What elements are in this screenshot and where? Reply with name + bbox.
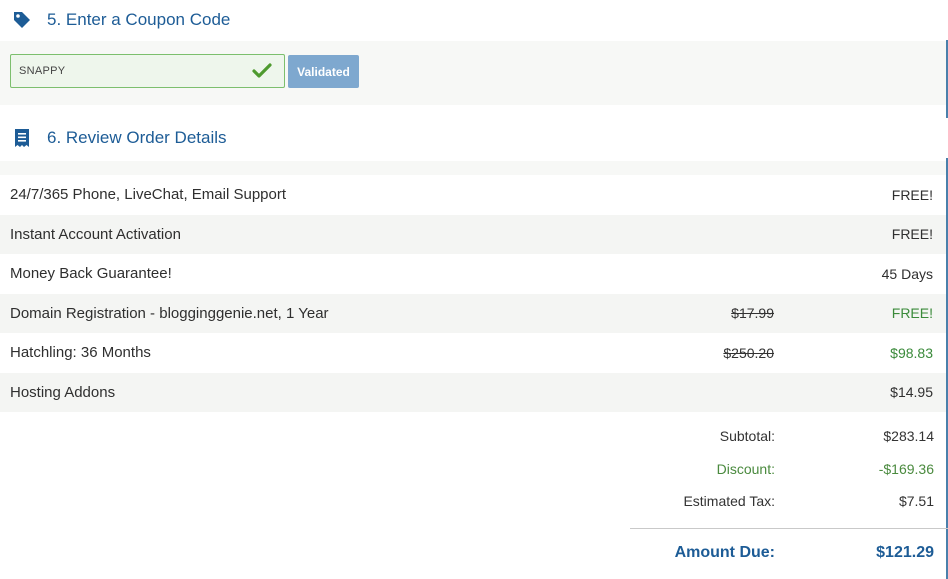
tag-icon <box>11 9 33 31</box>
order-details-table: 24/7/365 Phone, LiveChat, Email Support … <box>0 161 946 412</box>
tax-label: Estimated Tax: <box>683 493 775 509</box>
order-row-domain: Domain Registration - blogginggenie.net,… <box>0 293 946 333</box>
coupon-section-title: 5. Enter a Coupon Code <box>47 10 231 29</box>
validated-button[interactable]: Validated <box>288 55 359 88</box>
checkmark-icon <box>252 61 272 81</box>
order-row-addons: Hosting Addons $14.95 <box>0 372 946 412</box>
order-item-price: FREE! <box>891 226 933 243</box>
order-item-price: 45 Days <box>881 265 933 282</box>
amount-due-label: Amount Due: <box>674 544 775 561</box>
order-item-price: FREE! <box>891 305 933 322</box>
table-top-spacer <box>0 161 946 175</box>
order-item-price: FREE! <box>891 186 933 203</box>
coupon-input-wrapper <box>10 54 285 88</box>
order-item-label: Money Back Guarantee! <box>10 265 172 283</box>
order-item-label: Instant Account Activation <box>10 225 181 243</box>
amount-due-value: $121.29 <box>876 544 934 561</box>
tax-value: $7.51 <box>898 493 934 509</box>
discount-value: -$169.36 <box>878 461 934 477</box>
discount-label: Discount: <box>716 461 775 477</box>
order-row-support: 24/7/365 Phone, LiveChat, Email Support … <box>0 175 946 215</box>
tax-row: Estimated Tax: $7.51 <box>0 493 948 517</box>
order-item-label: 24/7/365 Phone, LiveChat, Email Support <box>10 186 287 204</box>
coupon-input[interactable] <box>11 55 251 87</box>
subtotal-row: Subtotal: $283.14 <box>0 428 948 452</box>
subtotal-value: $283.14 <box>883 428 934 444</box>
order-item-label: Domain Registration - blogginggenie.net,… <box>10 304 329 322</box>
coupon-panel: Validated <box>0 41 946 105</box>
order-row-hatchling: Hatchling: 36 Months $250.20 $98.83 <box>0 333 946 373</box>
order-item-label: Hosting Addons <box>10 383 116 401</box>
subtotal-label: Subtotal: <box>719 428 775 444</box>
review-section-header: 6. Review Order Details <box>0 118 948 158</box>
review-section-title: 6. Review Order Details <box>47 128 227 147</box>
coupon-section-header: 5. Enter a Coupon Code <box>0 0 948 40</box>
order-item-price: $14.95 <box>890 384 933 401</box>
order-item-original-price: $17.99 <box>731 305 774 322</box>
order-item-price: $98.83 <box>890 344 933 361</box>
order-row-activation: Instant Account Activation FREE! <box>0 214 946 254</box>
amount-due-row: Amount Due: $121.29 <box>0 544 948 568</box>
totals-divider <box>630 528 948 529</box>
order-item-original-price: $250.20 <box>723 344 774 361</box>
order-row-guarantee: Money Back Guarantee! 45 Days <box>0 254 946 294</box>
order-item-label: Hatchling: 36 Months <box>10 344 151 362</box>
discount-row: Discount: -$169.36 <box>0 461 948 485</box>
receipt-icon <box>11 127 33 149</box>
